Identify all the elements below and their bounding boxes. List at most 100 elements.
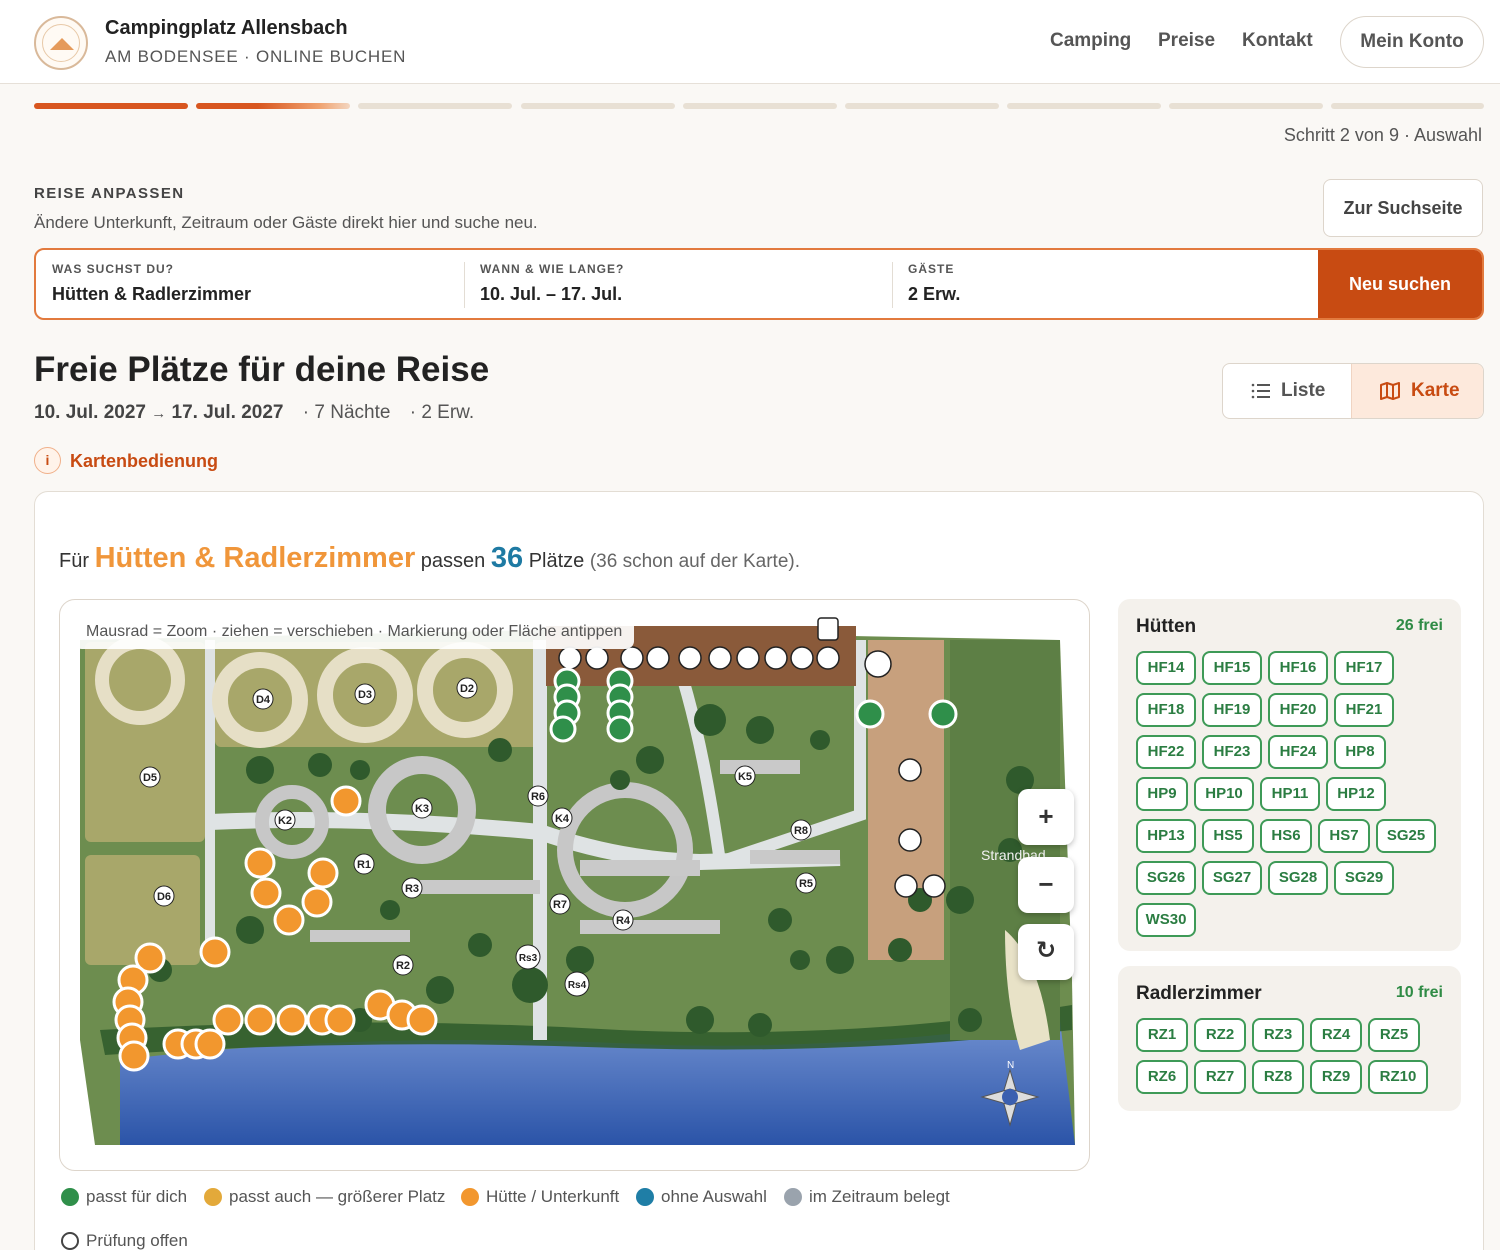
account-button[interactable]: Mein Konto bbox=[1340, 16, 1484, 68]
nav-kontakt[interactable]: Kontakt bbox=[1242, 30, 1313, 52]
hut-chip[interactable]: WS30 bbox=[1136, 903, 1196, 937]
legend-label: Hütte / Unterkunft bbox=[486, 1187, 620, 1206]
pitch-label-a: D2 bbox=[460, 683, 474, 695]
hut-chip[interactable]: HF22 bbox=[1136, 735, 1196, 769]
summary-count: 36 bbox=[490, 542, 524, 574]
to-search-button[interactable]: Zur Suchseite bbox=[1323, 179, 1483, 237]
pitch-label-a: D4 bbox=[256, 694, 271, 706]
field-accommodation[interactable]: WAS SUCHST DU? Hütten & Radlerzimmer bbox=[36, 250, 464, 318]
hut-chip[interactable]: HP8 bbox=[1334, 735, 1386, 769]
pitch-label-b: R8 bbox=[794, 825, 808, 837]
results-title: Freie Plätze für deine Reise bbox=[34, 350, 490, 389]
pitch-label-b: R3 bbox=[405, 883, 419, 895]
summary-unit: Plätze bbox=[528, 550, 585, 572]
hut-chip[interactable]: HP10 bbox=[1194, 777, 1254, 811]
campsite-map[interactable]: D5 D4 D3 D2 D6 K2 K3 K4 K5 R1 R2 R3 R4 R… bbox=[59, 599, 1090, 1171]
room-chip[interactable]: RZ6 bbox=[1136, 1060, 1188, 1094]
pitch-label-a: D3 bbox=[358, 689, 372, 701]
hut-chip[interactable]: SG28 bbox=[1268, 861, 1328, 895]
nav-camping[interactable]: Camping bbox=[1050, 30, 1131, 52]
view-list-button[interactable]: Liste bbox=[1223, 364, 1351, 418]
site-header: Campingplatz Allensbach AM BODENSEE · ON… bbox=[0, 0, 1500, 84]
pitch-label-b: R5 bbox=[799, 878, 813, 890]
results-card: Für Hütten & Radlerzimmer passen 36 Plät… bbox=[34, 491, 1484, 1250]
view-map-button[interactable]: Karte bbox=[1351, 364, 1483, 418]
room-chip[interactable]: RZ1 bbox=[1136, 1018, 1188, 1052]
map-illustration[interactable]: D5 D4 D3 D2 D6 K2 K3 K4 K5 R1 R2 R3 R4 R… bbox=[60, 600, 1090, 1171]
results-dates: 10. Jul. 2027 → 17. Jul. 2027 · 7 Nächte… bbox=[34, 402, 474, 424]
hut-chip[interactable]: HF23 bbox=[1202, 735, 1262, 769]
nav-preise[interactable]: Preise bbox=[1158, 30, 1215, 52]
hut-chip[interactable]: HF16 bbox=[1268, 651, 1328, 685]
hut-chip[interactable]: HF21 bbox=[1334, 693, 1394, 727]
hut-chip[interactable]: HF14 bbox=[1136, 651, 1196, 685]
hut-chip[interactable]: SG27 bbox=[1202, 861, 1262, 895]
legend-dot bbox=[636, 1188, 654, 1206]
hut-chip[interactable]: HP12 bbox=[1326, 777, 1386, 811]
radler-panel: Radlerzimmer 10 frei RZ1 RZ2 RZ3 RZ4 RZ5 RZ6 R… bbox=[1118, 966, 1461, 1111]
date-to: 17. Jul. 2027 bbox=[171, 402, 284, 423]
hut-chip[interactable]: HS5 bbox=[1202, 819, 1254, 853]
hut-chip[interactable]: HS6 bbox=[1260, 819, 1312, 853]
zoom-in-button[interactable]: + bbox=[1018, 789, 1074, 845]
search-again-button[interactable]: Neu suchen bbox=[1318, 250, 1482, 318]
field-dates[interactable]: WANN & WIE LANGE? 10. Jul. – 17. Jul. bbox=[464, 250, 892, 318]
hut-chip[interactable]: HP9 bbox=[1136, 777, 1188, 811]
hut-chip[interactable]: HF18 bbox=[1136, 693, 1196, 727]
room-chip[interactable]: RZ8 bbox=[1252, 1060, 1304, 1094]
room-chip[interactable]: RZ3 bbox=[1252, 1018, 1304, 1052]
huetten-panel: Hütten 26 frei HF14 HF15 HF16 HF17 HF18 HF19 H… bbox=[1118, 599, 1461, 951]
legend-label: im Zeitraum belegt bbox=[809, 1187, 950, 1206]
brand-title[interactable]: Campingplatz Allensbach bbox=[105, 17, 348, 40]
progress-step-6 bbox=[845, 103, 999, 109]
pitch-label-a: K3 bbox=[415, 803, 429, 815]
step-indicator: Schritt 2 von 9 · Auswahl bbox=[1283, 125, 1482, 145]
hut-chip[interactable]: HS7 bbox=[1318, 819, 1370, 853]
field-value: Hütten & Radlerzimmer bbox=[52, 284, 252, 304]
room-chip[interactable]: RZ10 bbox=[1368, 1060, 1428, 1094]
hut-chip[interactable]: SG26 bbox=[1136, 861, 1196, 895]
campsite-logo[interactable] bbox=[34, 16, 88, 70]
legend-dot bbox=[204, 1188, 222, 1206]
room-chip[interactable]: RZ9 bbox=[1310, 1060, 1362, 1094]
field-value: 10. Jul. – 17. Jul. bbox=[480, 284, 623, 304]
progress-step-5 bbox=[683, 103, 837, 109]
hut-chip[interactable]: SG29 bbox=[1334, 861, 1394, 895]
legend-label: Prüfung offen bbox=[86, 1231, 188, 1250]
summary-note: (36 schon auf der Karte). bbox=[589, 551, 801, 572]
progress-step-9 bbox=[1331, 103, 1484, 109]
hut-chip[interactable]: HF17 bbox=[1334, 651, 1394, 685]
hut-chip[interactable]: HF19 bbox=[1202, 693, 1262, 727]
pitch-label-a: K2 bbox=[278, 815, 292, 827]
hut-chip[interactable]: HF24 bbox=[1268, 735, 1328, 769]
pitch-label-b: R1 bbox=[357, 859, 371, 871]
hut-chip[interactable]: HP11 bbox=[1260, 777, 1320, 811]
pitch-label-a: K4 bbox=[555, 813, 570, 825]
room-chip[interactable]: RZ4 bbox=[1310, 1018, 1362, 1052]
info-icon: i bbox=[34, 447, 61, 474]
room-chip[interactable]: RZ2 bbox=[1194, 1018, 1246, 1052]
adjust-label: REISE ANPASSEN bbox=[34, 185, 185, 202]
view-map-label: Karte bbox=[1411, 380, 1460, 401]
legend-dot bbox=[461, 1188, 479, 1206]
hut-chip[interactable]: SG25 bbox=[1376, 819, 1436, 853]
field-guests[interactable]: GÄSTE 2 Erw. bbox=[892, 250, 1320, 318]
huetten-title: Hütten bbox=[1136, 616, 1197, 637]
map-hint: Mausrad = Zoom · ziehen = verschieben · … bbox=[74, 615, 635, 649]
hut-chip[interactable]: HP13 bbox=[1136, 819, 1196, 853]
hut-chip[interactable]: HF15 bbox=[1202, 651, 1262, 685]
progress-step-4 bbox=[521, 103, 675, 109]
search-bar: WAS SUCHST DU? Hütten & Radlerzimmer WAN… bbox=[34, 248, 1484, 320]
hut-chip[interactable]: HF20 bbox=[1268, 693, 1328, 727]
zoom-out-button[interactable]: − bbox=[1018, 857, 1074, 913]
room-chip[interactable]: RZ5 bbox=[1368, 1018, 1420, 1052]
field-label: WAS SUCHST DU? bbox=[52, 262, 174, 276]
room-chip[interactable]: RZ7 bbox=[1194, 1060, 1246, 1094]
pitch-label-b: R4 bbox=[616, 915, 631, 927]
progress-step-1 bbox=[34, 103, 188, 109]
huetten-count: 26 frei bbox=[1395, 617, 1443, 634]
progress-step-8 bbox=[1169, 103, 1323, 109]
reset-view-button[interactable]: ↻ bbox=[1018, 924, 1074, 980]
pitch-label-a: D5 bbox=[143, 772, 157, 784]
pitch-label-a: K5 bbox=[738, 771, 752, 783]
